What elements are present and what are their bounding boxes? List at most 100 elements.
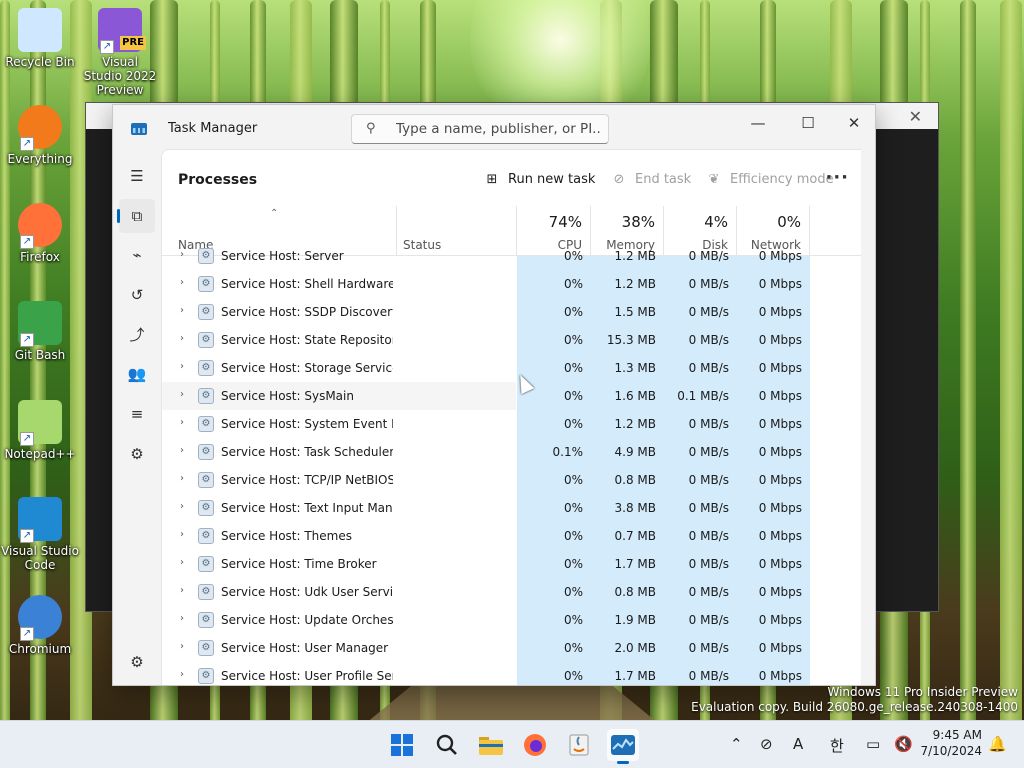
table-row[interactable]: › ⚙ Service Host: TCP/IP NetBIOS ... 0% 0.8 …: [162, 466, 847, 494]
expand-chevron-icon[interactable]: ›: [180, 613, 184, 624]
desktop-icon[interactable]: ↗ Everything: [0, 105, 80, 166]
window-title: Task Manager: [168, 121, 258, 136]
search-icon[interactable]: [431, 729, 463, 761]
table-row[interactable]: › ⚙ Service Host: Text Input Mana... 0% 3.8 …: [162, 494, 847, 522]
java-app-icon[interactable]: [563, 729, 595, 761]
expand-chevron-icon[interactable]: ›: [180, 473, 184, 484]
sound-muted-icon[interactable]: 🔇: [894, 735, 913, 753]
clock-date: 7/10/2024: [920, 744, 982, 758]
services-icon[interactable]: ⚙: [119, 437, 155, 471]
table-row[interactable]: › ⚙ Service Host: Shell Hardware ... 0% 1.2 …: [162, 270, 847, 298]
table-row[interactable]: › ⚙ Service Host: User Profile Servi... 0% 1…: [162, 662, 847, 685]
minimize-button[interactable]: —: [735, 109, 781, 139]
expand-chevron-icon[interactable]: ›: [180, 333, 184, 344]
desktop-icon[interactable]: ↗ Chromium: [0, 595, 80, 656]
cell-cpu: 0%: [563, 361, 583, 375]
expand-chevron-icon[interactable]: ›: [180, 389, 184, 400]
cell-memory: 1.6 MB: [614, 389, 656, 403]
desktop-icon[interactable]: PRE ↗ Visual Studio 2022 Preview: [80, 8, 160, 97]
desktop-icon[interactable]: Recycle Bin: [0, 8, 80, 69]
display-icon[interactable]: ▭: [866, 735, 880, 753]
table-row[interactable]: › ⚙ Service Host: System Event No... 0% 1.2 …: [162, 410, 847, 438]
table-row[interactable]: › ⚙ Service Host: State Repository ... 0% 15…: [162, 326, 847, 354]
expand-chevron-icon[interactable]: ›: [180, 529, 184, 540]
ime-korean-indicator[interactable]: 한: [830, 735, 844, 756]
cell-disk: 0 MB/s: [688, 473, 729, 487]
desktop-icon-label: Visual Studio Code: [1, 544, 79, 572]
expand-chevron-icon[interactable]: ›: [180, 669, 184, 680]
command-bar: Processes ⊞ Run new task ⊘ End task ❦ Effic…: [162, 150, 861, 206]
firefox-icon[interactable]: [519, 729, 551, 761]
search-input[interactable]: [396, 119, 601, 139]
expand-chevron-icon[interactable]: ›: [180, 585, 184, 596]
expand-chevron-icon[interactable]: ›: [180, 249, 184, 260]
run-new-task-button[interactable]: ⊞ Run new task: [484, 168, 596, 192]
shortcut-arrow-icon: ↗: [20, 432, 34, 446]
table-row[interactable]: › ⚙ Service Host: Themes 0% 0.7 MB 0 MB/s 0 Mb…: [162, 522, 847, 550]
cell-disk: 0 MB/s: [688, 333, 729, 347]
expand-chevron-icon[interactable]: ›: [180, 641, 184, 652]
expand-chevron-icon[interactable]: ›: [180, 501, 184, 512]
notification-bell-icon[interactable]: 🔔: [988, 735, 1007, 753]
titlebar[interactable]: Task Manager ⚲ — ☐ ✕: [113, 105, 875, 149]
taskbar: ⌃ ⊘ A 한 ▭ 🔇 9:45 AM 7/10/2024 🔔: [0, 720, 1024, 768]
process-name: Service Host: State Repository ...: [221, 333, 393, 347]
desktop-icon[interactable]: ↗ Visual Studio Code: [0, 497, 80, 572]
cell-cpu: 0%: [563, 613, 583, 627]
table-row[interactable]: › ⚙ Service Host: Update Orchestr... 0% 1.9 …: [162, 606, 847, 634]
disk-total: 4%: [704, 213, 728, 231]
end-task-button[interactable]: ⊘ End task: [611, 168, 692, 192]
table-row[interactable]: › ⚙ Service Host: Storage Service 0% 1.3 MB 0…: [162, 354, 847, 382]
close-button[interactable]: ✕: [831, 109, 877, 139]
table-row[interactable]: › ⚙ Service Host: Time Broker 0% 1.7 MB 0 MB/…: [162, 550, 847, 578]
startup-apps-icon[interactable]: ⤴: [119, 318, 155, 352]
expand-chevron-icon[interactable]: ›: [180, 557, 184, 568]
task-manager-icon[interactable]: [607, 729, 639, 764]
evaluation-watermark: Windows 11 Pro Insider Preview Evaluatio…: [691, 685, 1018, 715]
table-row[interactable]: › ⚙ Service Host: Server 0% 1.2 MB 0 MB/s 0 Mb…: [162, 242, 847, 270]
details-icon[interactable]: ≡: [119, 397, 155, 431]
cell-cpu: 0%: [563, 389, 583, 403]
system-clock[interactable]: 9:45 AM 7/10/2024: [920, 727, 982, 759]
cell-disk: 0 MB/s: [688, 613, 729, 627]
users-icon[interactable]: 👥: [119, 357, 155, 391]
background-window-close-icon[interactable]: ✕: [909, 107, 922, 126]
desktop-icon[interactable]: ↗ Firefox: [0, 203, 80, 264]
settings-icon[interactable]: ⚙: [119, 645, 155, 679]
performance-icon[interactable]: ⌁: [119, 238, 155, 272]
app-history-icon[interactable]: ↺: [119, 278, 155, 312]
cell-network: 0 Mbps: [758, 277, 802, 291]
input-indicator[interactable]: A: [793, 735, 803, 753]
chromium-icon: ↗: [18, 595, 62, 641]
everything-search-icon: ↗: [18, 105, 62, 151]
table-row[interactable]: › ⚙ Service Host: SSDP Discovery 0% 1.5 MB 0 …: [162, 298, 847, 326]
service-host-icon: ⚙: [198, 472, 214, 488]
expand-chevron-icon[interactable]: ›: [180, 277, 184, 288]
desktop-icon[interactable]: ↗ Notepad++: [0, 400, 80, 461]
maximize-button[interactable]: ☐: [785, 109, 831, 139]
shortcut-arrow-icon: ↗: [100, 40, 114, 54]
expand-chevron-icon[interactable]: ›: [180, 361, 184, 372]
more-options-button[interactable]: ···: [825, 168, 849, 188]
processes-icon[interactable]: ⧉: [117, 199, 155, 233]
table-row[interactable]: › ⚙ Service Host: User Manager 0% 2.0 MB 0 MB…: [162, 634, 847, 662]
start-icon[interactable]: [386, 729, 418, 761]
cell-network: 0 Mbps: [758, 501, 802, 515]
file-explorer-icon[interactable]: [475, 729, 507, 761]
table-row[interactable]: › ⚙ Service Host: SysMain 0% 1.6 MB 0.1 MB/s 0…: [162, 382, 847, 410]
hamburger-menu-icon[interactable]: ☰: [119, 159, 155, 193]
expand-chevron-icon[interactable]: ›: [180, 417, 184, 428]
desktop-icon[interactable]: ↗ Git Bash: [0, 301, 80, 362]
expand-chevron-icon[interactable]: ›: [180, 445, 184, 456]
table-row[interactable]: › ⚙ Service Host: Task Scheduler 0.1% 4.9 MB…: [162, 438, 847, 466]
expand-chevron-icon[interactable]: ›: [180, 305, 184, 316]
navigation-rail: ☰ ⧉ ⌁ ↺ ⤴ 👥 ≡ ⚙ ⚙: [113, 149, 161, 685]
cell-disk: 0 MB/s: [688, 529, 729, 543]
efficiency-mode-button[interactable]: ❦ Efficiency mode: [706, 168, 834, 192]
network-offline-icon[interactable]: ⊘: [760, 735, 773, 753]
task-manager-logo-icon: [131, 123, 147, 135]
show-hidden-icons-chevron-icon[interactable]: ⌃: [730, 735, 743, 753]
search-box[interactable]: ⚲: [351, 114, 609, 144]
table-row[interactable]: › ⚙ Service Host: Udk User Service... 0% 0.8…: [162, 578, 847, 606]
cell-memory: 1.5 MB: [614, 305, 656, 319]
